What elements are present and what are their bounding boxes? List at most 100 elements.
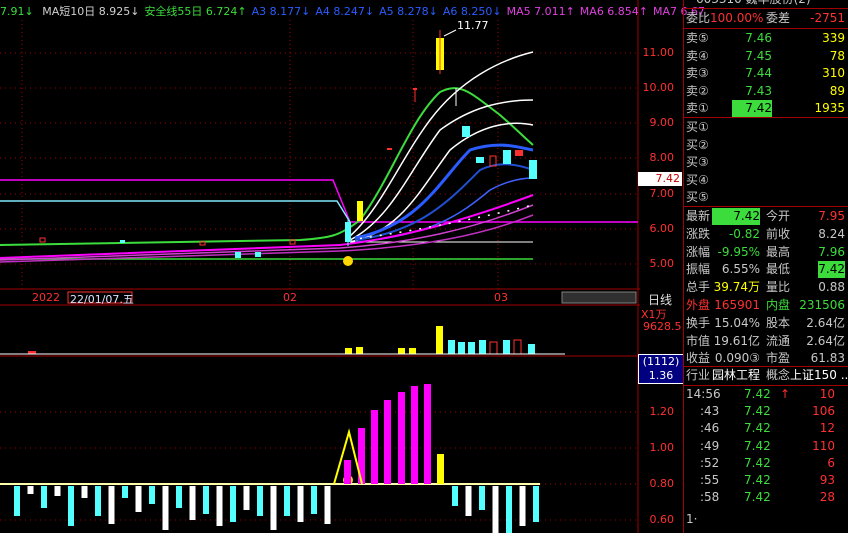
tick-row: :58 7.42 28	[684, 489, 848, 506]
quote-value: 61.83	[810, 351, 845, 366]
quote-value: 7.96	[818, 244, 845, 259]
cyan-channel-line	[0, 200, 351, 223]
bid-row[interactable]: 买④	[684, 172, 848, 189]
quote-row: 外盘 165901 内盘 231506	[684, 297, 848, 314]
high-price-label: 11.77	[457, 19, 489, 32]
quote-value: 165901	[714, 298, 760, 312]
ask-row[interactable]: 卖② 7.43 89	[684, 83, 848, 100]
quote-value: -9.95%	[717, 244, 760, 259]
bid-row[interactable]: 买②	[684, 137, 848, 154]
industry-row: 行业 园林工程 概念 上证150 ...	[686, 368, 848, 382]
tick-price: 7.42	[744, 404, 771, 419]
quote-row: 市值 19.61亿 流通 2.64亿	[684, 333, 848, 350]
ma-item: MA5 7.011↑	[506, 5, 575, 18]
quote-label: 股本	[766, 315, 791, 330]
ask-label: 卖③	[686, 66, 709, 80]
bid-row[interactable]: 买⑤	[684, 189, 848, 206]
quote-label: 振幅	[686, 262, 711, 277]
kline-chart[interactable]	[0, 0, 640, 533]
quote-label: 市盈	[766, 351, 791, 366]
tick-price: 7.42	[744, 438, 771, 453]
price-axis-label: 9.00	[649, 116, 675, 129]
indicator-negative-bar	[519, 486, 526, 526]
bid-label: 买⑤	[686, 190, 709, 204]
ask-volume: 339	[822, 31, 845, 45]
tick-row: :46 7.42 12	[684, 420, 848, 437]
ask-row[interactable]: 卖③ 7.44 310	[684, 65, 848, 82]
tick-arrow: ↑	[780, 387, 791, 401]
tick-time: :52	[700, 455, 720, 470]
quote-label: 最新	[686, 209, 711, 223]
quote-row: 换手 15.04% 股本 2.64亿	[684, 315, 848, 332]
tick-time: :55	[700, 473, 720, 487]
tick-time: :58	[700, 490, 720, 505]
volume-bars	[0, 326, 565, 355]
date-axis-year: 2022	[32, 291, 60, 304]
ma-item: 安全线55日 6.724↑	[144, 5, 247, 18]
tick-price: 7.42	[744, 473, 771, 487]
top-partial-title: 603310 巍华股份(2)	[684, 0, 848, 8]
ma-indicator-bar: 7.91↓ MA短10日 8.925↓ 安全线55日 6.724↑ A3 8.177…	[0, 4, 710, 20]
indicator-negative-bar	[465, 486, 472, 516]
ask-row[interactable]: 卖④ 7.45 78	[684, 48, 848, 65]
tick-volume: 28	[819, 490, 835, 505]
indicator-axis-label: 1.20	[649, 405, 675, 418]
quote-label: 流通	[766, 333, 791, 348]
indicator-value-box: (1112) 1.36	[638, 354, 684, 384]
quote-label: 最高	[766, 244, 791, 259]
ask-price: 7.45	[745, 48, 772, 63]
indicator-negative-bar	[95, 486, 101, 516]
indicator-negative-bar	[203, 486, 209, 514]
ask-volume: 1935	[814, 101, 845, 115]
current-price-tag: 7.42	[638, 172, 682, 186]
indicator-negative-bar	[176, 486, 182, 508]
indicator-negative-bar	[108, 486, 115, 524]
quote-label: 涨跌	[686, 226, 711, 241]
quote-value: 7.42	[818, 261, 845, 279]
indicator-negative-bar	[243, 486, 250, 510]
bid-row[interactable]: 买①	[684, 119, 848, 136]
indicator-negative-bar	[270, 486, 277, 530]
tick-volume: 6	[827, 455, 835, 470]
indicator-negative-bar	[135, 486, 142, 512]
indicator-negative-bar	[506, 486, 512, 533]
ask-row[interactable]: 卖⑤ 7.46 339	[684, 30, 848, 47]
ma-item: A6 8.250↓	[442, 5, 502, 18]
tick-volume: 10	[819, 387, 835, 401]
tick-row: :52 7.42 6	[684, 455, 848, 472]
price-axis-label: 6.00	[649, 222, 675, 235]
bid-row[interactable]: 买③	[684, 154, 848, 171]
ask-row[interactable]: 卖① 7.42 1935	[684, 100, 848, 117]
indicator-negative-bar	[297, 486, 304, 522]
quote-label: 最低	[766, 262, 791, 277]
indicator-negative-bar	[452, 486, 458, 506]
quote-label: 外盘	[686, 298, 711, 312]
tick-row: 14:56 7.42 10 ↑	[684, 386, 848, 403]
indicator-negative-bar	[533, 486, 539, 522]
indicator-negative-bar	[149, 486, 155, 504]
indicator-negative-bar	[492, 486, 499, 533]
tick-time: :49	[700, 438, 720, 453]
quote-label: 总手	[686, 280, 711, 295]
quote-label: 内盘	[766, 298, 791, 312]
ask-price: 7.42	[732, 100, 772, 117]
ask-volume: 310	[822, 66, 845, 80]
indicator-axis-label: 1.00	[649, 441, 675, 454]
quote-label: 换手	[686, 315, 711, 330]
tick-volume: 110	[812, 438, 835, 453]
quote-label: 市值	[686, 333, 711, 348]
indicator-negative-bar	[162, 486, 169, 530]
tick-row: :49 7.42 110	[684, 438, 848, 455]
quote-row: 涨跌 -0.82 前收 8.24	[684, 226, 848, 243]
indicator-negative-bar	[14, 486, 20, 516]
tick-price: 7.42	[744, 455, 771, 470]
ask-label: 卖⑤	[686, 31, 709, 45]
indicator-negative-bar	[54, 486, 61, 496]
tick-volume: 106	[812, 404, 835, 419]
ask-volume: 89	[829, 83, 845, 98]
cursor-date: 22/01/07.五	[70, 293, 134, 306]
ask-volume: 78	[829, 48, 845, 63]
tick-price: 7.42	[744, 421, 771, 436]
quote-row: 振幅 6.55% 最低 7.42	[684, 261, 848, 279]
indicator-negative-bar	[257, 486, 263, 516]
